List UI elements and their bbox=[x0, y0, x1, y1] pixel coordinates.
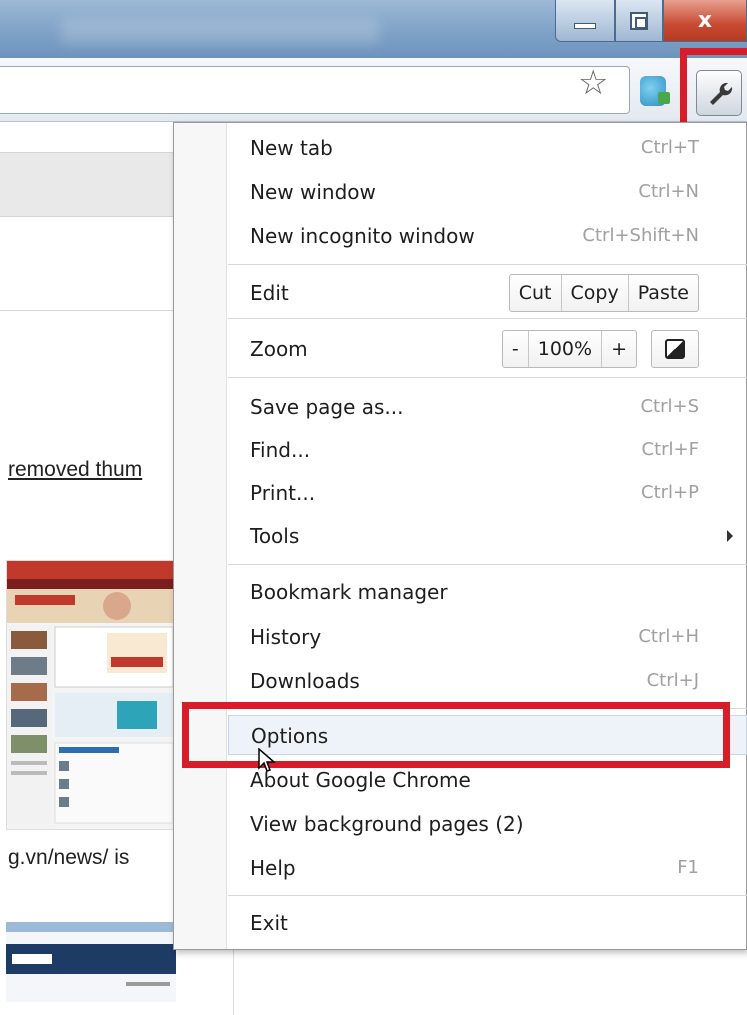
menu-item-shortcut: Ctrl+S bbox=[640, 396, 699, 417]
menu-item-label: Find... bbox=[250, 438, 311, 462]
menu-item-label: Bookmark manager bbox=[250, 580, 448, 604]
copy-button[interactable]: Copy bbox=[560, 275, 628, 311]
browser-toolbar: ☆ bbox=[0, 58, 747, 122]
menu-separator bbox=[228, 564, 747, 565]
chrome-wrench-menu: New tab Ctrl+T New window Ctrl+N New inc… bbox=[173, 122, 747, 950]
menu-item-label: History bbox=[250, 625, 322, 649]
menu-item-shortcut: Ctrl+Shift+N bbox=[582, 225, 699, 246]
menu-item-downloads[interactable]: Downloads Ctrl+J bbox=[228, 661, 747, 701]
menu-item-history[interactable]: History Ctrl+H bbox=[228, 617, 747, 657]
menu-item-edit: Edit Cut Copy Paste bbox=[228, 273, 747, 313]
menu-item-label: About Google Chrome bbox=[250, 768, 471, 792]
fullscreen-button[interactable] bbox=[651, 330, 699, 368]
zoom-level: 100% bbox=[527, 331, 601, 367]
window-controls: x bbox=[555, 0, 747, 44]
menu-item-bookmark-manager[interactable]: Bookmark manager bbox=[228, 572, 747, 612]
restore-icon bbox=[630, 11, 648, 30]
menu-item-label: New window bbox=[250, 180, 376, 204]
menu-item-save-page-as[interactable]: Save page as... Ctrl+S bbox=[228, 387, 747, 427]
menu-gutter bbox=[174, 123, 227, 949]
cut-button[interactable]: Cut bbox=[510, 275, 561, 311]
zoom-in-button[interactable]: + bbox=[601, 331, 636, 367]
window-title-bar: x bbox=[0, 0, 747, 58]
extension-icon[interactable] bbox=[640, 76, 670, 106]
star-icon[interactable]: ☆ bbox=[578, 66, 608, 100]
paste-button[interactable]: Paste bbox=[627, 275, 698, 311]
menu-item-new-window[interactable]: New window Ctrl+N bbox=[228, 172, 747, 212]
menu-item-new-incognito-window[interactable]: New incognito window Ctrl+Shift+N bbox=[228, 216, 747, 256]
menu-item-label: Zoom bbox=[250, 337, 308, 361]
close-icon: x bbox=[697, 8, 713, 33]
minimize-button[interactable] bbox=[555, 0, 615, 42]
menu-separator bbox=[228, 318, 747, 319]
title-bar-tab-area bbox=[60, 18, 380, 44]
maximize-button[interactable] bbox=[615, 0, 663, 42]
menu-item-label: Edit bbox=[250, 281, 289, 305]
menu-item-shortcut: Ctrl+P bbox=[641, 482, 699, 503]
menu-item-new-tab[interactable]: New tab Ctrl+T bbox=[228, 128, 747, 168]
minimize-icon bbox=[574, 22, 596, 29]
menu-separator bbox=[228, 264, 747, 265]
menu-separator bbox=[228, 895, 747, 896]
menu-item-shortcut: Ctrl+T bbox=[640, 137, 699, 158]
menu-item-shortcut: Ctrl+J bbox=[646, 670, 699, 691]
menu-item-label: Save page as... bbox=[250, 395, 404, 419]
fullscreen-icon bbox=[665, 339, 685, 359]
menu-item-label: New tab bbox=[250, 136, 333, 160]
menu-item-label: View background pages (2) bbox=[250, 812, 524, 836]
menu-item-zoom: Zoom - 100% + bbox=[228, 329, 747, 369]
menu-item-tools[interactable]: Tools bbox=[228, 516, 747, 556]
website-thumbnail-image bbox=[6, 560, 176, 830]
menu-item-label: New incognito window bbox=[250, 224, 475, 248]
menu-item-exit[interactable]: Exit bbox=[228, 903, 747, 943]
menu-item-print[interactable]: Print... Ctrl+P bbox=[228, 473, 747, 513]
menu-item-label: Exit bbox=[250, 911, 288, 935]
close-button[interactable]: x bbox=[663, 0, 747, 42]
zoom-button-group: - 100% + bbox=[501, 330, 637, 368]
menu-item-help[interactable]: Help F1 bbox=[228, 848, 747, 888]
zoom-out-button[interactable]: - bbox=[503, 331, 528, 367]
website-thumbnail-image-2 bbox=[6, 922, 176, 1002]
menu-item-label: Tools bbox=[250, 524, 300, 548]
menu-item-shortcut: Ctrl+F bbox=[641, 439, 699, 460]
edit-button-group: Cut Copy Paste bbox=[508, 274, 699, 312]
thumbnail-graphic-2 bbox=[6, 922, 176, 986]
menu-item-shortcut: Ctrl+H bbox=[638, 626, 699, 647]
address-bar[interactable] bbox=[0, 66, 630, 114]
menu-item-view-background-pages[interactable]: View background pages (2) bbox=[228, 804, 747, 844]
menu-separator bbox=[228, 377, 747, 378]
thumbnail-graphic bbox=[7, 561, 175, 825]
menu-item-find[interactable]: Find... Ctrl+F bbox=[228, 430, 747, 470]
article-url-text: g.vn/news/ is bbox=[8, 846, 130, 869]
menu-item-label: Help bbox=[250, 856, 296, 880]
menu-item-label: Downloads bbox=[250, 669, 360, 693]
menu-item-shortcut: F1 bbox=[677, 857, 699, 878]
menu-item-shortcut: Ctrl+N bbox=[638, 181, 699, 202]
menu-item-label: Print... bbox=[250, 481, 316, 505]
article-link[interactable]: removed thum bbox=[8, 458, 142, 482]
submenu-arrow-icon bbox=[727, 530, 733, 542]
